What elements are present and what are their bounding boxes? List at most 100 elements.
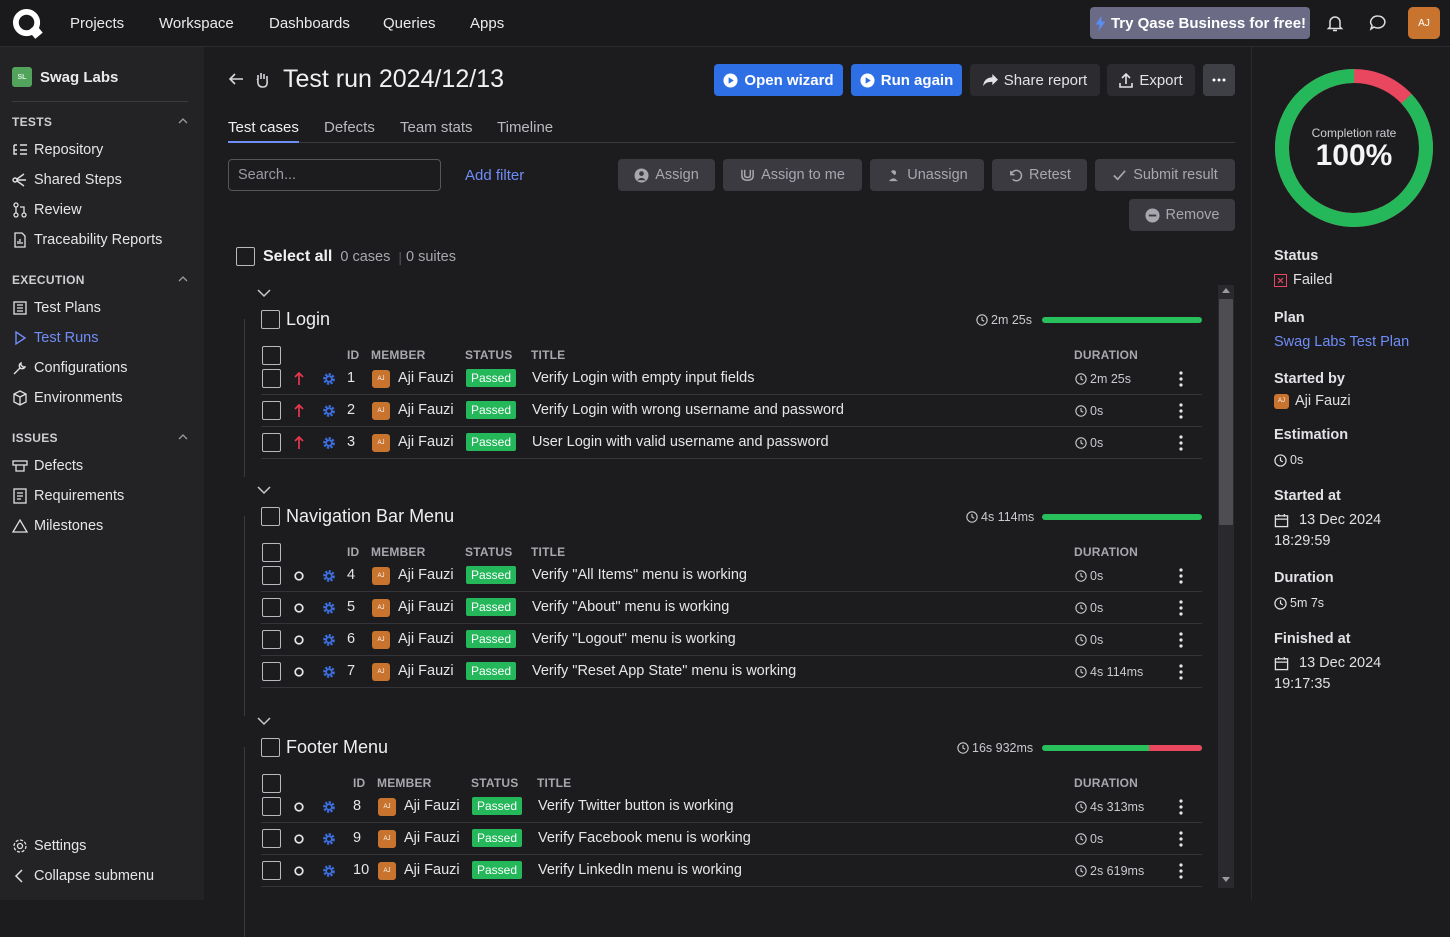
sidebar-item-test-runs[interactable]: Test Runs	[12, 330, 98, 346]
row-checkbox[interactable]	[262, 401, 281, 420]
remove-button[interactable]: Remove	[1129, 199, 1235, 231]
table-row[interactable]: 9 AJ Aji Fauzi Passed Verify Facebook menu i…	[261, 823, 1202, 855]
suite-checkbox[interactable]	[261, 310, 280, 329]
bell-icon[interactable]	[1325, 13, 1345, 33]
case-title[interactable]: Verify LinkedIn menu is working	[538, 862, 742, 878]
back-arrow-icon[interactable]	[228, 71, 244, 87]
table-row[interactable]: 10 AJ Aji Fauzi Passed Verify LinkedIn menu …	[261, 855, 1202, 887]
more-actions-button[interactable]	[1203, 64, 1235, 96]
table-row[interactable]: 3 AJ Aji Fauzi Passed User Login with valid …	[261, 427, 1202, 459]
table-row[interactable]: 6 AJ Aji Fauzi Passed Verify "Logout" menu i…	[261, 624, 1202, 656]
status-badge[interactable]: Passed	[466, 566, 517, 584]
case-title[interactable]: User Login with valid username and passw…	[532, 434, 829, 450]
case-title[interactable]: Verify "About" menu is working	[532, 599, 729, 615]
collapse-submenu-button[interactable]: Collapse submenu	[12, 868, 154, 884]
tab-timeline[interactable]: Timeline	[497, 119, 553, 136]
settings-link[interactable]: Settings	[12, 838, 86, 854]
case-title[interactable]: Verify Twitter button is working	[538, 798, 734, 814]
chevron-up-icon[interactable]	[178, 276, 188, 282]
user-avatar[interactable]: AJ	[1408, 7, 1440, 39]
column-header-member[interactable]: MEMBER	[377, 776, 432, 790]
status-badge[interactable]: Passed	[472, 829, 523, 847]
more-vertical-icon[interactable]	[1179, 435, 1183, 451]
more-vertical-icon[interactable]	[1179, 403, 1183, 419]
chevron-down-icon[interactable]	[257, 485, 271, 495]
status-badge[interactable]: Passed	[466, 369, 517, 387]
section-execution[interactable]: EXECUTION	[12, 273, 85, 287]
nav-projects[interactable]: Projects	[70, 15, 124, 32]
column-header-id[interactable]: ID	[353, 776, 365, 790]
column-header-status[interactable]: STATUS	[465, 348, 512, 362]
table-row[interactable]: 7 AJ Aji Fauzi Passed Verify "Reset App Stat…	[261, 656, 1202, 688]
status-badge[interactable]: Passed	[466, 630, 517, 648]
sidebar-item-test-plans[interactable]: Test Plans	[12, 300, 101, 316]
sidebar-item-requirements[interactable]: Requirements	[12, 488, 124, 504]
suite-checkbox[interactable]	[261, 738, 280, 757]
table-row[interactable]: 4 AJ Aji Fauzi Passed Verify "All Items" men…	[261, 560, 1202, 592]
column-header-title[interactable]: TITLE	[531, 545, 565, 559]
nav-apps[interactable]: Apps	[470, 15, 504, 32]
more-vertical-icon[interactable]	[1179, 664, 1183, 680]
scroll-up-icon[interactable]	[1222, 288, 1230, 293]
run-again-button[interactable]: Run again	[851, 64, 962, 96]
row-checkbox[interactable]	[262, 369, 281, 388]
nav-workspace[interactable]: Workspace	[159, 15, 234, 32]
submit-result-button[interactable]: Submit result	[1095, 159, 1235, 191]
chevron-up-icon[interactable]	[178, 118, 188, 124]
sidebar-item-repository[interactable]: Repository	[12, 142, 103, 158]
row-checkbox[interactable]	[262, 797, 281, 816]
scrollbar-thumb[interactable]	[1219, 299, 1233, 525]
column-header-title[interactable]: TITLE	[537, 776, 571, 790]
assign-button[interactable]: Assign	[618, 159, 715, 191]
table-row[interactable]: 8 AJ Aji Fauzi Passed Verify Twitter button …	[261, 791, 1202, 823]
case-title[interactable]: Verify "Reset App State" menu is working	[532, 663, 796, 679]
row-checkbox[interactable]	[262, 566, 281, 585]
sidebar-item-defects[interactable]: Defects	[12, 458, 83, 474]
column-header-title[interactable]: TITLE	[531, 348, 565, 362]
case-title[interactable]: Verify Facebook menu is working	[538, 830, 751, 846]
section-issues[interactable]: ISSUES	[12, 431, 58, 445]
status-badge[interactable]: Passed	[466, 401, 517, 419]
case-title[interactable]: Verify Login with wrong username and pas…	[532, 402, 844, 418]
column-header-status[interactable]: STATUS	[471, 776, 518, 790]
share-report-button[interactable]: Share report	[970, 64, 1100, 96]
more-vertical-icon[interactable]	[1179, 600, 1183, 616]
export-button[interactable]: Export	[1107, 64, 1195, 96]
case-title[interactable]: Verify "All Items" menu is working	[532, 567, 747, 583]
select-all-checkbox[interactable]	[236, 247, 255, 266]
chevron-down-icon[interactable]	[257, 288, 271, 298]
sidebar-item-environments[interactable]: Environments	[12, 390, 123, 406]
project-switcher[interactable]: SL Swag Labs	[12, 67, 118, 87]
status-badge[interactable]: Passed	[466, 662, 517, 680]
scroll-down-icon[interactable]	[1222, 877, 1230, 882]
column-header-status[interactable]: STATUS	[465, 545, 512, 559]
column-header-id[interactable]: ID	[347, 348, 359, 362]
status-badge[interactable]: Passed	[472, 861, 523, 879]
more-vertical-icon[interactable]	[1179, 371, 1183, 387]
column-header-id[interactable]: ID	[347, 545, 359, 559]
status-badge[interactable]: Passed	[466, 433, 517, 451]
more-vertical-icon[interactable]	[1179, 568, 1183, 584]
row-checkbox[interactable]	[262, 829, 281, 848]
nav-queries[interactable]: Queries	[383, 15, 436, 32]
assign-to-me-button[interactable]: Assign to me	[723, 159, 862, 191]
case-title[interactable]: Verify Login with empty input fields	[532, 370, 754, 386]
search-input[interactable]	[228, 159, 441, 191]
row-checkbox[interactable]	[262, 861, 281, 880]
tab-team-stats[interactable]: Team stats	[400, 119, 473, 136]
plan-link[interactable]: Swag Labs Test Plan	[1274, 334, 1409, 350]
add-filter-link[interactable]: Add filter	[465, 167, 524, 184]
tab-defects[interactable]: Defects	[324, 119, 375, 136]
more-vertical-icon[interactable]	[1179, 831, 1183, 847]
qase-logo-icon[interactable]	[12, 8, 43, 39]
nav-dashboards[interactable]: Dashboards	[269, 15, 350, 32]
more-vertical-icon[interactable]	[1179, 632, 1183, 648]
row-checkbox[interactable]	[262, 630, 281, 649]
row-checkbox[interactable]	[262, 598, 281, 617]
column-header-duration[interactable]: DURATION	[1074, 545, 1138, 559]
status-badge[interactable]: Passed	[466, 598, 517, 616]
tab-test-cases[interactable]: Test cases	[228, 119, 299, 143]
chat-icon[interactable]	[1368, 13, 1388, 33]
retest-button[interactable]: Retest	[992, 159, 1087, 191]
more-vertical-icon[interactable]	[1179, 863, 1183, 879]
